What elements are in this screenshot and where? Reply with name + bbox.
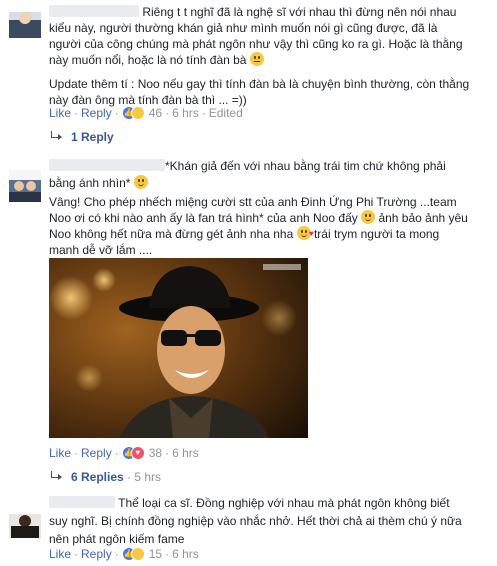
kiss-emoji-icon: ♥: [296, 226, 314, 240]
replies-label[interactable]: 6 Replies: [71, 470, 124, 484]
comment-text-line: Vâng! Cho phép nhếch miệng cười stt của …: [49, 195, 457, 209]
timestamp[interactable]: 6 hrs: [172, 547, 199, 561]
comment-text-line: manh dễ vỡ lắm ....: [49, 243, 153, 257]
author-name[interactable]: [49, 5, 139, 17]
reply-link[interactable]: Reply: [81, 446, 112, 460]
meh-emoji-icon: [249, 52, 264, 66]
comment-actions: Like · Reply · 👍 15 · 6 hrs: [49, 547, 199, 561]
edited-label[interactable]: Edited: [209, 106, 243, 120]
haha-reaction-icon: [130, 106, 145, 120]
timestamp[interactable]: 6 hrs: [172, 106, 199, 120]
comment-text-line: Riêng t t nghĩ đã là nghệ sĩ với nhau th…: [142, 5, 457, 19]
like-link[interactable]: Like: [49, 446, 71, 460]
replies-timestamp[interactable]: 5 hrs: [134, 470, 161, 484]
comment-text-line: Thể loại ca sĩ. Đồng nghiệp với nhau mà …: [118, 496, 450, 510]
comment-text-line: Noo không hết nữa mà đừng gét ảnh nha nh…: [49, 227, 294, 241]
comment-text-line: kiểu này, người thường khán giả như mình…: [49, 21, 438, 35]
reaction-count[interactable]: 38: [149, 446, 162, 460]
smile-emoji-icon: [133, 175, 148, 189]
comment-text-line: suy nghĩ. Bị chính đồng nghiệp vào nhắc …: [49, 514, 462, 528]
comment-text-line: Noo ơi có khi nào anh ấy là fan trá hình…: [49, 211, 358, 225]
reply-link[interactable]: Reply: [81, 106, 112, 120]
comment-text-line: ảnh bảo ảnh yêu: [378, 211, 468, 225]
reply-link[interactable]: Reply: [81, 547, 112, 561]
reply-arrow-icon: [49, 471, 63, 481]
like-link[interactable]: Like: [49, 547, 71, 561]
like-link[interactable]: Like: [49, 106, 71, 120]
reply-arrow-icon: [49, 131, 63, 141]
reaction-count[interactable]: 46: [149, 106, 162, 120]
author-name[interactable]: [49, 159, 165, 171]
reaction-count[interactable]: 15: [149, 547, 162, 561]
timestamp[interactable]: 6 hrs: [172, 446, 199, 460]
avatar[interactable]: [9, 506, 41, 538]
comment-body: Riêng t t nghĩ đã là nghệ sĩ với nhau th…: [49, 4, 489, 108]
smile-emoji-icon: [361, 210, 376, 224]
reaction-icons[interactable]: 👍: [121, 106, 146, 120]
comment-text-line: này muốn nổi, hoặc là nó tính đàn bà: [49, 53, 247, 67]
attached-photo[interactable]: [49, 258, 308, 438]
comment-body: *Khán giả đến với nhau bằng trái tim chứ…: [49, 158, 489, 258]
comment-text-line: trái trym người ta mong: [313, 227, 440, 241]
comment-text-line: người của công chúng mà phát ngôn như vậ…: [49, 37, 463, 51]
comment-text-line: bằng ánh nhìn*: [49, 176, 131, 190]
reaction-icons[interactable]: 👍 ♥: [121, 446, 146, 460]
comment-text-line: Update thêm tí : Noo nếu gay thì tính đà…: [49, 77, 470, 91]
comment-text-line: *Khán giả đến với nhau bằng trái tim chứ…: [165, 159, 446, 173]
comment-actions: Like · Reply · 👍 46 · 6 hrs · Edited: [49, 106, 243, 120]
replies-label[interactable]: 1 Reply: [71, 130, 114, 144]
view-replies-link[interactable]: 6 Replies · 5 hrs: [49, 470, 161, 484]
haha-reaction-icon: [130, 547, 145, 561]
love-reaction-icon: ♥: [130, 446, 145, 460]
avatar[interactable]: [9, 170, 41, 202]
avatar[interactable]: [9, 6, 41, 38]
comment-body: Thể loại ca sĩ. Đồng nghiệp với nhau mà …: [49, 495, 489, 547]
view-replies-link[interactable]: 1 Reply: [49, 130, 114, 144]
comment-text-line: nên phát ngôn kiếm fame: [49, 532, 185, 546]
comment-actions: Like · Reply · 👍 ♥ 38 · 6 hrs: [49, 446, 199, 460]
author-name[interactable]: [49, 496, 115, 508]
reaction-icons[interactable]: 👍: [121, 547, 146, 561]
